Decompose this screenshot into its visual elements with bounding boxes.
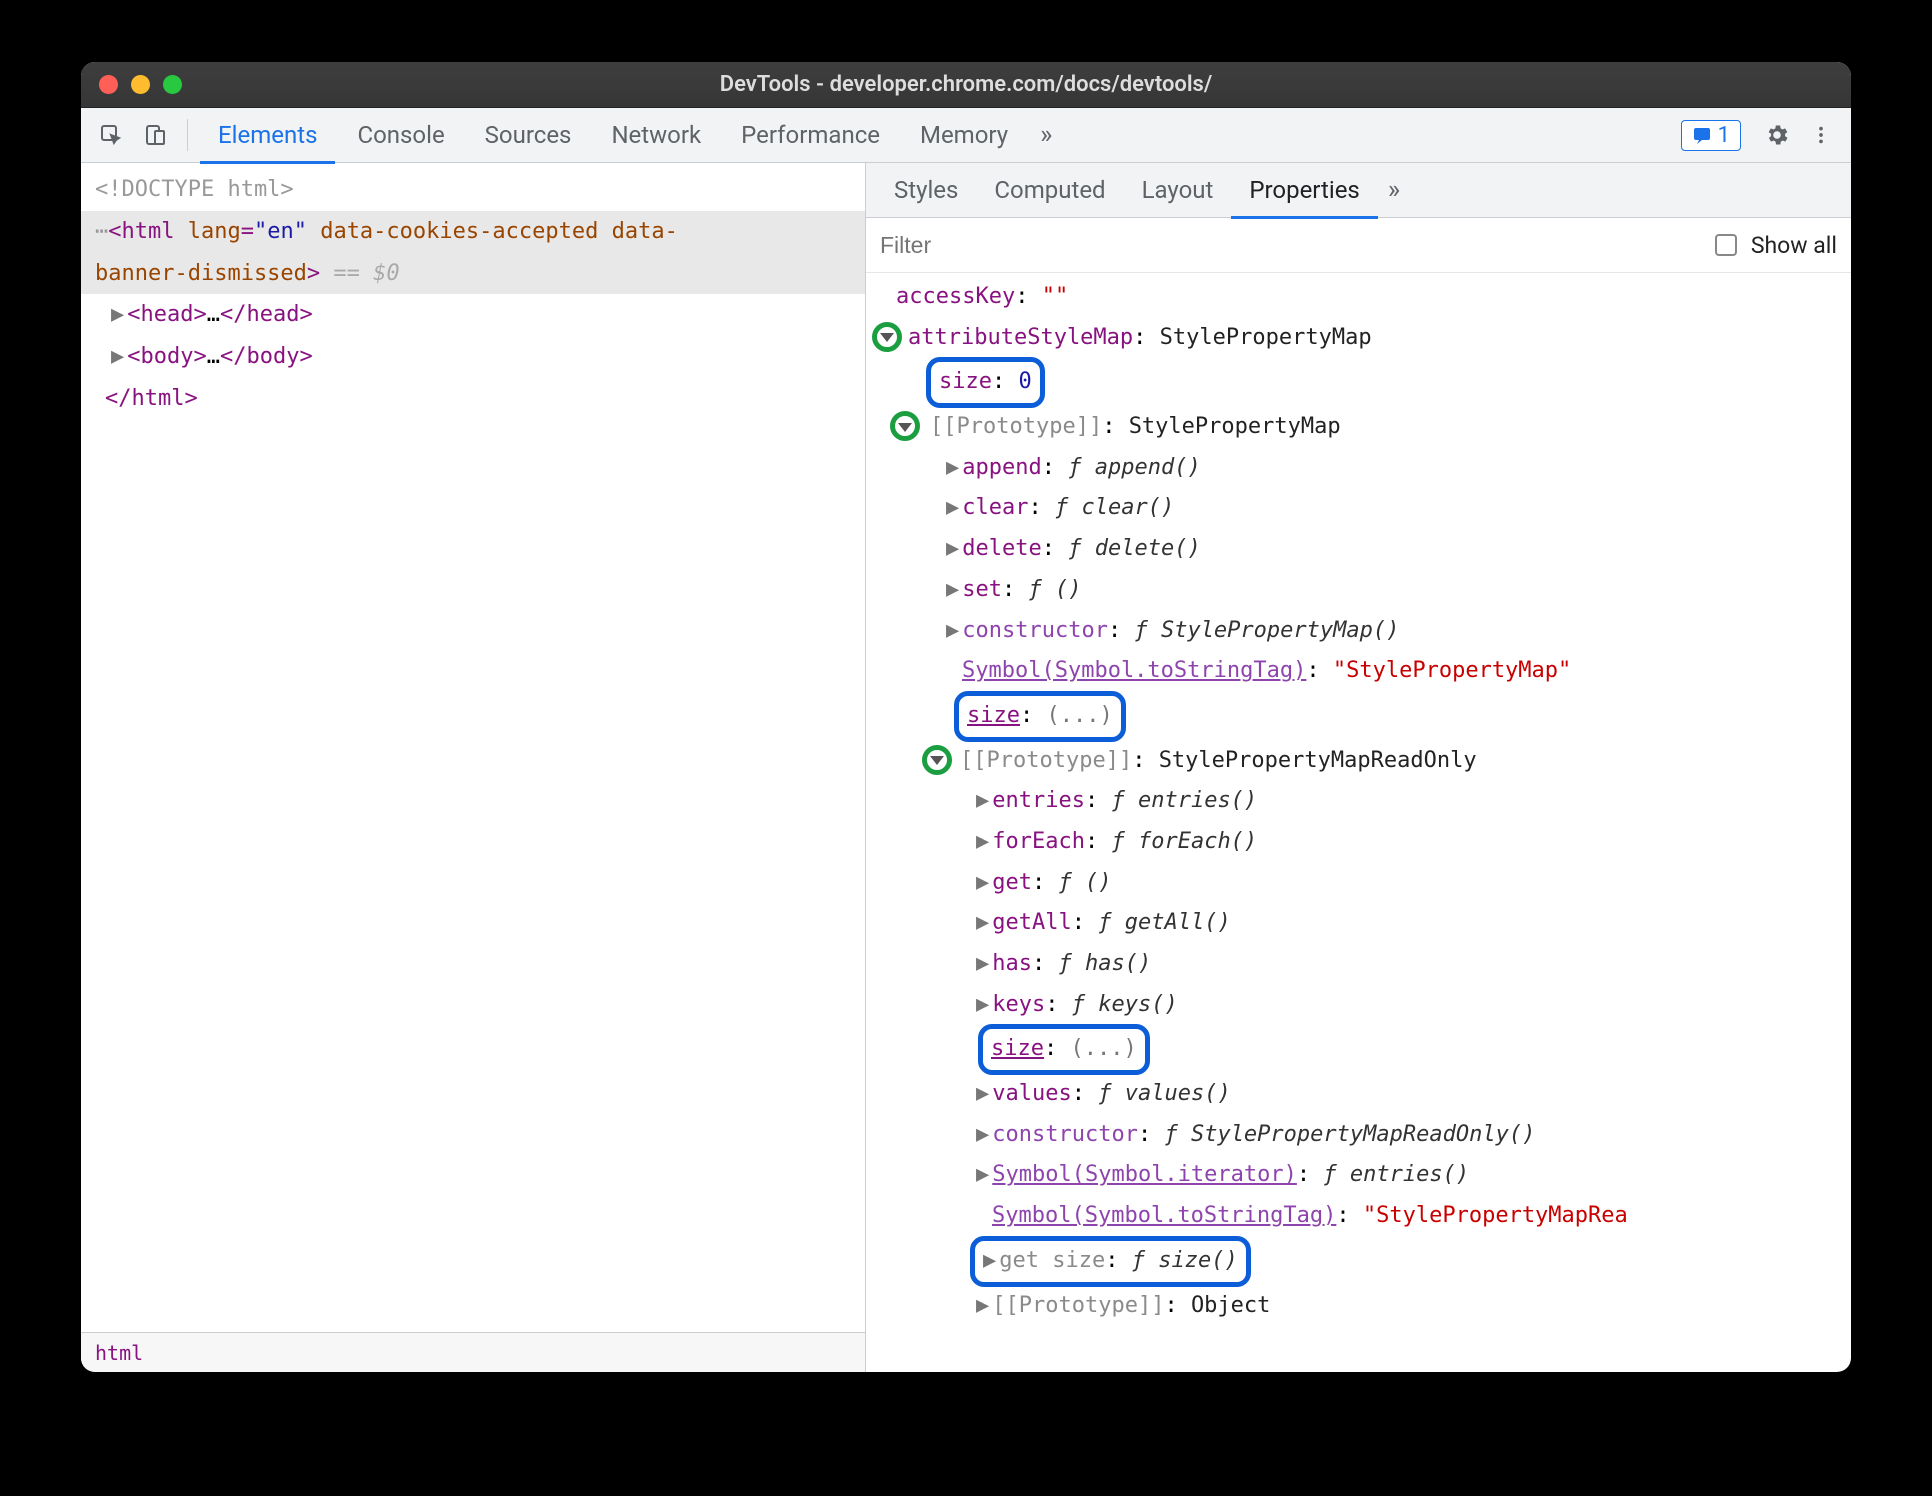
show-all-label: Show all — [1751, 232, 1837, 259]
html-open-line[interactable]: ⋯<html lang="en" data-cookies-accepted d… — [81, 211, 865, 253]
content-split: <!DOCTYPE html> ⋯<html lang="en" data-co… — [81, 163, 1851, 1372]
inspect-icon[interactable] — [91, 115, 131, 155]
elements-panel: <!DOCTYPE html> ⋯<html lang="en" data-co… — [81, 163, 866, 1372]
window-title: DevTools - developer.chrome.com/docs/dev… — [81, 72, 1851, 97]
tab-console[interactable]: Console — [339, 107, 462, 163]
filter-input[interactable] — [880, 232, 1701, 259]
dom-tree[interactable]: <!DOCTYPE html> ⋯<html lang="en" data-co… — [81, 163, 865, 1332]
prop-keys[interactable]: ▶keys: ƒ keys() — [876, 985, 1841, 1026]
prop-symbol-iterator[interactable]: ▶Symbol(Symbol.iterator): ƒ entries() — [876, 1155, 1841, 1196]
subtab-computed[interactable]: Computed — [976, 163, 1123, 218]
titlebar: DevTools - developer.chrome.com/docs/dev… — [81, 62, 1851, 108]
prop-prototype-2[interactable]: [[Prototype]]: StylePropertyMapReadOnly — [876, 741, 1841, 782]
subtab-styles[interactable]: Styles — [876, 163, 976, 218]
devtools-window: DevTools - developer.chrome.com/docs/dev… — [81, 62, 1851, 1372]
prop-size-0[interactable]: size: 0 — [876, 358, 1841, 407]
prop-tostringtag-1[interactable]: Symbol(Symbol.toStringTag): "StyleProper… — [876, 651, 1841, 692]
body-line[interactable]: ▶<body>…</body> — [81, 336, 865, 378]
html-close-line[interactable]: </html> — [81, 378, 865, 420]
filter-bar: Show all — [866, 218, 1851, 273]
more-tabs-icon[interactable]: » — [1030, 120, 1062, 150]
prop-constructor-2[interactable]: ▶constructor: ƒ StylePropertyMapReadOnly… — [876, 1115, 1841, 1156]
close-icon[interactable] — [99, 75, 118, 94]
prop-attributestylemap[interactable]: attributeStyleMap: StylePropertyMap — [876, 318, 1841, 359]
head-line[interactable]: ▶<head>…</head> — [81, 294, 865, 336]
prop-foreach[interactable]: ▶forEach: ƒ forEach() — [876, 822, 1841, 863]
subtab-properties[interactable]: Properties — [1231, 163, 1377, 219]
expand-icon[interactable] — [872, 322, 902, 352]
properties-tree[interactable]: accessKey: "" attributeStyleMap: StylePr… — [866, 273, 1851, 1372]
tab-network[interactable]: Network — [593, 107, 719, 163]
html-open-line-2[interactable]: banner-dismissed> == $0 — [81, 253, 865, 295]
device-toggle-icon[interactable] — [135, 115, 175, 155]
more-subtabs-icon[interactable]: » — [1378, 175, 1410, 205]
prop-delete[interactable]: ▶delete: ƒ delete() — [876, 529, 1841, 570]
prop-get-size[interactable]: ▶get size: ƒ size() — [876, 1237, 1841, 1286]
breadcrumb[interactable]: html — [81, 1332, 865, 1372]
main-toolbar: Elements Console Sources Network Perform… — [81, 108, 1851, 163]
issues-button[interactable]: 1 — [1681, 120, 1741, 151]
prop-set[interactable]: ▶set: ƒ () — [876, 570, 1841, 611]
prop-accesskey[interactable]: accessKey: "" — [876, 277, 1841, 318]
settings-icon[interactable] — [1757, 115, 1797, 155]
prop-tostringtag-2[interactable]: Symbol(Symbol.toStringTag): "StyleProper… — [876, 1196, 1841, 1237]
kebab-menu-icon[interactable] — [1801, 115, 1841, 155]
prop-has[interactable]: ▶has: ƒ has() — [876, 944, 1841, 985]
prop-get[interactable]: ▶get: ƒ () — [876, 863, 1841, 904]
minimize-icon[interactable] — [131, 75, 150, 94]
expand-icon[interactable] — [890, 411, 920, 441]
prop-clear[interactable]: ▶clear: ƒ clear() — [876, 488, 1841, 529]
tab-elements[interactable]: Elements — [200, 107, 335, 164]
prop-prototype-3[interactable]: ▶[[Prototype]]: Object — [876, 1286, 1841, 1327]
maximize-icon[interactable] — [163, 75, 182, 94]
tab-sources[interactable]: Sources — [467, 107, 590, 163]
show-all-checkbox[interactable] — [1715, 234, 1737, 256]
tab-memory[interactable]: Memory — [902, 107, 1026, 163]
issues-count: 1 — [1718, 123, 1730, 148]
prop-size-1[interactable]: size: (...) — [876, 692, 1841, 741]
tab-performance[interactable]: Performance — [723, 107, 898, 163]
subtab-layout[interactable]: Layout — [1124, 163, 1232, 218]
expand-icon[interactable] — [922, 745, 952, 775]
prop-entries[interactable]: ▶entries: ƒ entries() — [876, 781, 1841, 822]
prop-constructor-1[interactable]: ▶constructor: ƒ StylePropertyMap() — [876, 611, 1841, 652]
prop-size-2[interactable]: size: (...) — [876, 1025, 1841, 1074]
window-controls — [99, 75, 182, 94]
prop-getall[interactable]: ▶getAll: ƒ getAll() — [876, 903, 1841, 944]
sidebar-panel: Styles Computed Layout Properties » Show… — [866, 163, 1851, 1372]
prop-append[interactable]: ▶append: ƒ append() — [876, 448, 1841, 489]
doctype-line[interactable]: <!DOCTYPE html> — [81, 169, 865, 211]
sidebar-tabs: Styles Computed Layout Properties » — [866, 163, 1851, 218]
prop-values[interactable]: ▶values: ƒ values() — [876, 1074, 1841, 1115]
prop-prototype-1[interactable]: [[Prototype]]: StylePropertyMap — [876, 407, 1841, 448]
